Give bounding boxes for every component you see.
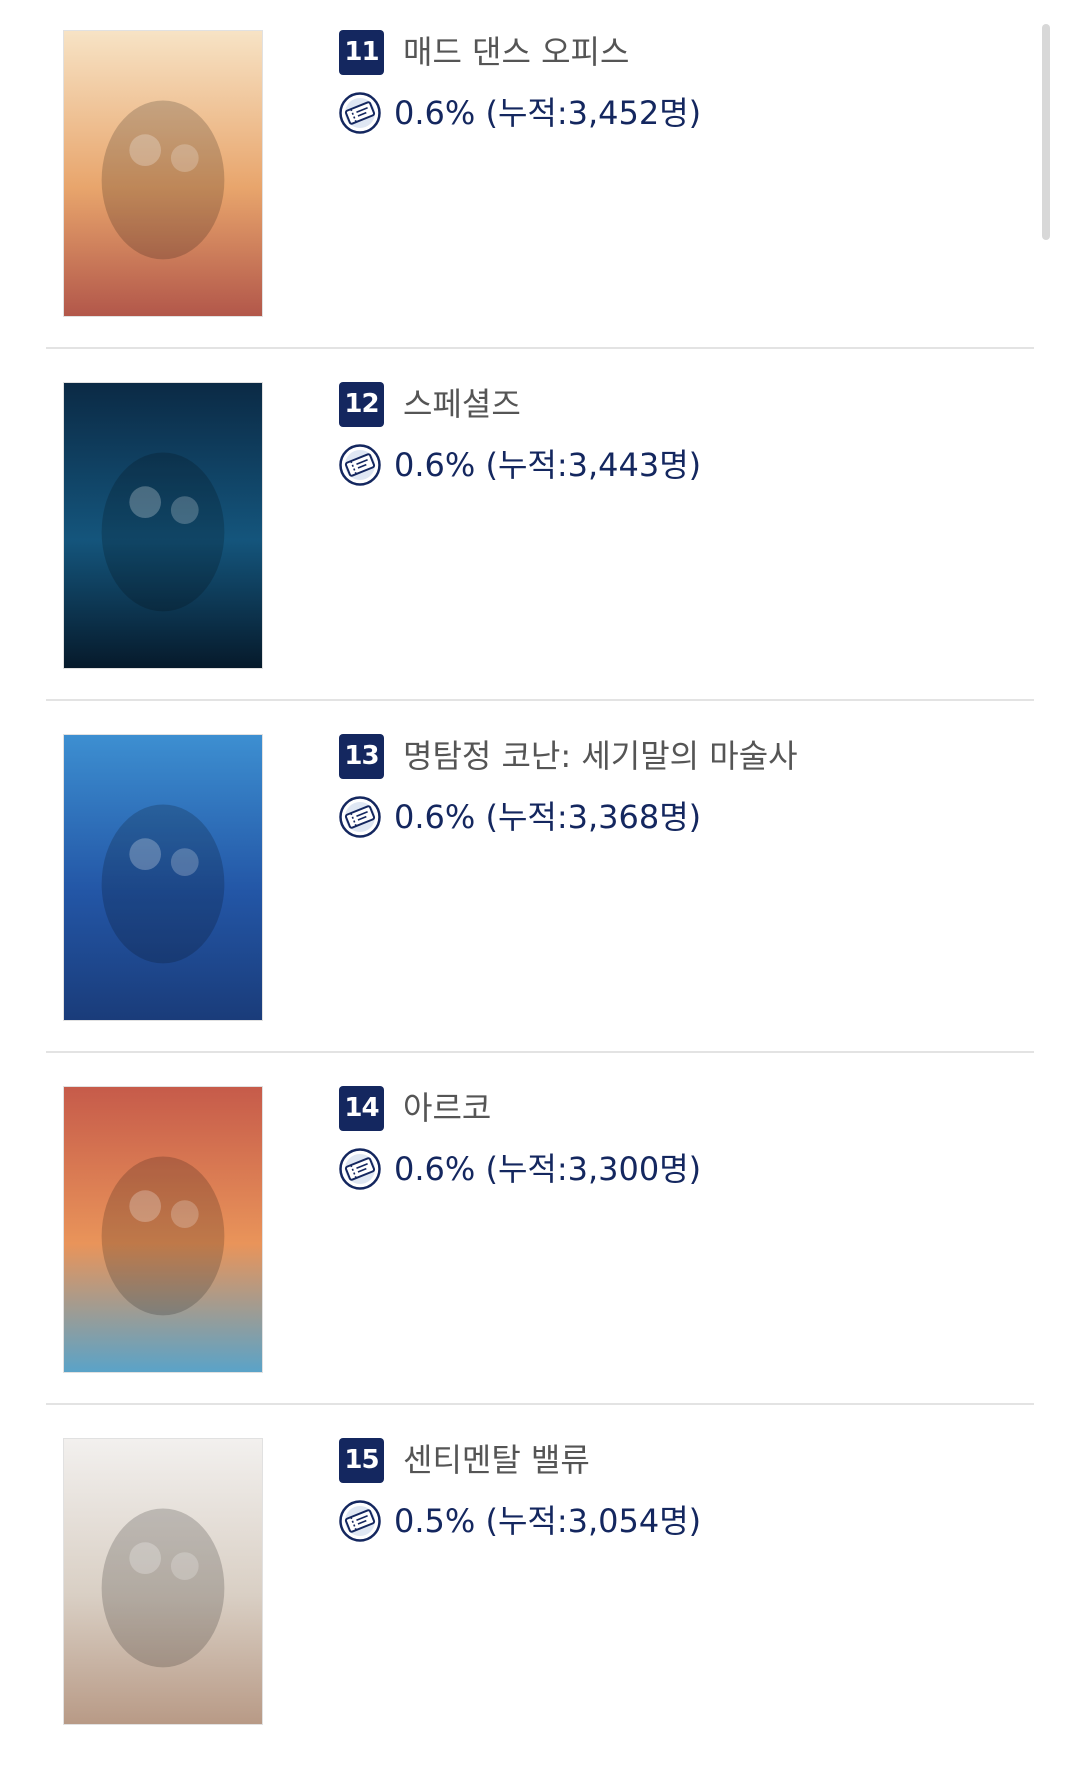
- audience-cumulative: (누적:3,452명): [485, 94, 702, 132]
- movie-title[interactable]: 매드 댄스 오피스: [403, 30, 629, 75]
- audience-stat: 0.6% (누적:3,368명): [394, 795, 701, 839]
- audience-stat: 0.6% (누적:3,443명): [394, 443, 701, 487]
- movie-poster[interactable]: [63, 1438, 263, 1725]
- rank-badge: 13: [339, 734, 384, 779]
- audience-share: 0.6%: [394, 1150, 476, 1188]
- audience-stat: 0.5% (누적:3,054명): [394, 1499, 701, 1543]
- audience-stat: 0.6% (누적:3,452명): [394, 91, 701, 135]
- movie-item[interactable]: 11 매드 댄스 오피스 0.6% (누적:3,452명): [0, 0, 1080, 355]
- ticket-icon: [339, 1500, 381, 1542]
- ticket-icon: [339, 796, 381, 838]
- movie-poster[interactable]: [63, 1086, 263, 1373]
- audience-cumulative: (누적:3,368명): [485, 798, 702, 836]
- ticket-icon: [339, 444, 381, 486]
- row-divider: [46, 1403, 1034, 1405]
- movie-item[interactable]: 12 스페셜즈 0.6% (누적:3,443명): [0, 352, 1080, 707]
- movie-title[interactable]: 아르코: [403, 1086, 491, 1131]
- box-office-page: 11 매드 댄스 오피스 0.6% (누적:3,452명) 12 스페셜즈 0.…: [0, 0, 1080, 1768]
- audience-share: 0.5%: [394, 1502, 476, 1540]
- ticket-icon: [339, 92, 381, 134]
- scrollbar[interactable]: [1042, 24, 1050, 240]
- movie-title[interactable]: 스페셜즈: [403, 382, 521, 427]
- movie-item[interactable]: 15 센티멘탈 밸류 0.5% (누적:3,054명): [0, 1408, 1080, 1763]
- rank-badge: 12: [339, 382, 384, 427]
- audience-cumulative: (누적:3,443명): [485, 446, 702, 484]
- rank-badge: 15: [339, 1438, 384, 1483]
- ticket-icon: [339, 1148, 381, 1190]
- movie-title[interactable]: 명탐정 코난: 세기말의 마술사: [403, 734, 798, 779]
- audience-cumulative: (누적:3,300명): [485, 1150, 702, 1188]
- audience-share: 0.6%: [394, 446, 476, 484]
- audience-share: 0.6%: [394, 94, 476, 132]
- row-divider: [46, 347, 1034, 349]
- rank-badge: 11: [339, 30, 384, 75]
- row-divider: [46, 699, 1034, 701]
- audience-cumulative: (누적:3,054명): [485, 1502, 702, 1540]
- audience-stat: 0.6% (누적:3,300명): [394, 1147, 701, 1191]
- movie-poster[interactable]: [63, 30, 263, 317]
- audience-share: 0.6%: [394, 798, 476, 836]
- movie-poster[interactable]: [63, 382, 263, 669]
- movie-item[interactable]: 13 명탐정 코난: 세기말의 마술사 0.6% (누적:3,368명): [0, 704, 1080, 1059]
- row-divider: [46, 1051, 1034, 1053]
- movie-poster[interactable]: [63, 734, 263, 1021]
- rank-badge: 14: [339, 1086, 384, 1131]
- movie-title[interactable]: 센티멘탈 밸류: [403, 1438, 590, 1483]
- movie-item[interactable]: 14 아르코 0.6% (누적:3,300명): [0, 1056, 1080, 1411]
